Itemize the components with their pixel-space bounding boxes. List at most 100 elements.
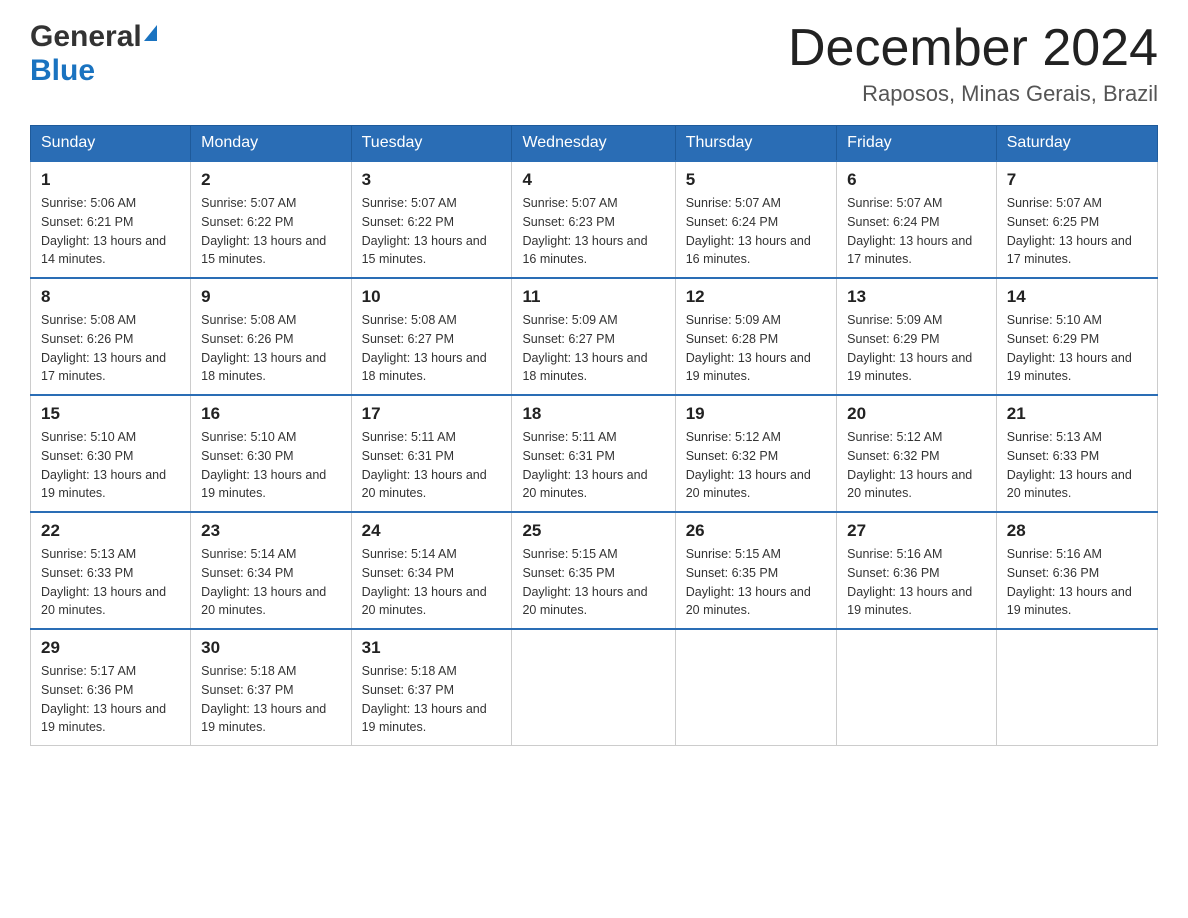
week-row-2: 8 Sunrise: 5:08 AM Sunset: 6:26 PM Dayli… (31, 278, 1158, 395)
location-title: Raposos, Minas Gerais, Brazil (788, 81, 1158, 107)
day-number: 16 (201, 404, 340, 424)
calendar-cell (675, 629, 836, 746)
header-row: SundayMondayTuesdayWednesdayThursdayFrid… (31, 126, 1158, 162)
day-info: Sunrise: 5:10 AM Sunset: 6:29 PM Dayligh… (1007, 311, 1147, 386)
day-number: 22 (41, 521, 180, 541)
day-info: Sunrise: 5:15 AM Sunset: 6:35 PM Dayligh… (522, 545, 664, 620)
calendar-cell: 20 Sunrise: 5:12 AM Sunset: 6:32 PM Dayl… (837, 395, 997, 512)
day-number: 11 (522, 287, 664, 307)
day-info: Sunrise: 5:09 AM Sunset: 6:28 PM Dayligh… (686, 311, 826, 386)
day-info: Sunrise: 5:08 AM Sunset: 6:26 PM Dayligh… (201, 311, 340, 386)
page-header: General Blue December 2024 Raposos, Mina… (30, 20, 1158, 107)
week-row-4: 22 Sunrise: 5:13 AM Sunset: 6:33 PM Dayl… (31, 512, 1158, 629)
day-info: Sunrise: 5:07 AM Sunset: 6:22 PM Dayligh… (362, 194, 502, 269)
day-number: 21 (1007, 404, 1147, 424)
calendar-cell: 16 Sunrise: 5:10 AM Sunset: 6:30 PM Dayl… (191, 395, 351, 512)
calendar-cell: 3 Sunrise: 5:07 AM Sunset: 6:22 PM Dayli… (351, 161, 512, 278)
day-number: 18 (522, 404, 664, 424)
day-info: Sunrise: 5:13 AM Sunset: 6:33 PM Dayligh… (41, 545, 180, 620)
day-info: Sunrise: 5:18 AM Sunset: 6:37 PM Dayligh… (201, 662, 340, 737)
day-number: 27 (847, 521, 986, 541)
header-thursday: Thursday (675, 126, 836, 162)
calendar-cell: 2 Sunrise: 5:07 AM Sunset: 6:22 PM Dayli… (191, 161, 351, 278)
day-info: Sunrise: 5:16 AM Sunset: 6:36 PM Dayligh… (847, 545, 986, 620)
calendar-cell: 1 Sunrise: 5:06 AM Sunset: 6:21 PM Dayli… (31, 161, 191, 278)
header-saturday: Saturday (996, 126, 1157, 162)
day-number: 14 (1007, 287, 1147, 307)
day-number: 31 (362, 638, 502, 658)
logo: General Blue (30, 20, 157, 88)
day-number: 13 (847, 287, 986, 307)
day-number: 25 (522, 521, 664, 541)
day-info: Sunrise: 5:15 AM Sunset: 6:35 PM Dayligh… (686, 545, 826, 620)
day-number: 20 (847, 404, 986, 424)
calendar-cell: 14 Sunrise: 5:10 AM Sunset: 6:29 PM Dayl… (996, 278, 1157, 395)
calendar-cell: 31 Sunrise: 5:18 AM Sunset: 6:37 PM Dayl… (351, 629, 512, 746)
calendar-cell: 15 Sunrise: 5:10 AM Sunset: 6:30 PM Dayl… (31, 395, 191, 512)
week-row-5: 29 Sunrise: 5:17 AM Sunset: 6:36 PM Dayl… (31, 629, 1158, 746)
day-info: Sunrise: 5:11 AM Sunset: 6:31 PM Dayligh… (362, 428, 502, 503)
day-info: Sunrise: 5:06 AM Sunset: 6:21 PM Dayligh… (41, 194, 180, 269)
calendar-cell: 7 Sunrise: 5:07 AM Sunset: 6:25 PM Dayli… (996, 161, 1157, 278)
calendar-cell: 9 Sunrise: 5:08 AM Sunset: 6:26 PM Dayli… (191, 278, 351, 395)
day-number: 6 (847, 170, 986, 190)
day-info: Sunrise: 5:12 AM Sunset: 6:32 PM Dayligh… (686, 428, 826, 503)
day-info: Sunrise: 5:17 AM Sunset: 6:36 PM Dayligh… (41, 662, 180, 737)
day-info: Sunrise: 5:07 AM Sunset: 6:24 PM Dayligh… (847, 194, 986, 269)
day-info: Sunrise: 5:09 AM Sunset: 6:27 PM Dayligh… (522, 311, 664, 386)
day-info: Sunrise: 5:14 AM Sunset: 6:34 PM Dayligh… (362, 545, 502, 620)
logo-blue-text: Blue (30, 54, 95, 88)
header-tuesday: Tuesday (351, 126, 512, 162)
day-number: 28 (1007, 521, 1147, 541)
logo-general-text: General (30, 20, 142, 54)
calendar-cell: 8 Sunrise: 5:08 AM Sunset: 6:26 PM Dayli… (31, 278, 191, 395)
day-number: 9 (201, 287, 340, 307)
day-number: 3 (362, 170, 502, 190)
header-monday: Monday (191, 126, 351, 162)
calendar-cell: 27 Sunrise: 5:16 AM Sunset: 6:36 PM Dayl… (837, 512, 997, 629)
day-info: Sunrise: 5:13 AM Sunset: 6:33 PM Dayligh… (1007, 428, 1147, 503)
calendar-cell: 5 Sunrise: 5:07 AM Sunset: 6:24 PM Dayli… (675, 161, 836, 278)
day-number: 17 (362, 404, 502, 424)
calendar-table: SundayMondayTuesdayWednesdayThursdayFrid… (30, 125, 1158, 746)
week-row-1: 1 Sunrise: 5:06 AM Sunset: 6:21 PM Dayli… (31, 161, 1158, 278)
calendar-cell: 17 Sunrise: 5:11 AM Sunset: 6:31 PM Dayl… (351, 395, 512, 512)
calendar-cell: 13 Sunrise: 5:09 AM Sunset: 6:29 PM Dayl… (837, 278, 997, 395)
header-friday: Friday (837, 126, 997, 162)
day-info: Sunrise: 5:08 AM Sunset: 6:27 PM Dayligh… (362, 311, 502, 386)
day-number: 12 (686, 287, 826, 307)
calendar-cell: 6 Sunrise: 5:07 AM Sunset: 6:24 PM Dayli… (837, 161, 997, 278)
calendar-cell: 18 Sunrise: 5:11 AM Sunset: 6:31 PM Dayl… (512, 395, 675, 512)
logo-triangle-icon (144, 25, 157, 41)
day-info: Sunrise: 5:10 AM Sunset: 6:30 PM Dayligh… (201, 428, 340, 503)
calendar-cell: 21 Sunrise: 5:13 AM Sunset: 6:33 PM Dayl… (996, 395, 1157, 512)
calendar-cell (837, 629, 997, 746)
day-number: 1 (41, 170, 180, 190)
calendar-cell: 28 Sunrise: 5:16 AM Sunset: 6:36 PM Dayl… (996, 512, 1157, 629)
day-info: Sunrise: 5:07 AM Sunset: 6:22 PM Dayligh… (201, 194, 340, 269)
day-number: 24 (362, 521, 502, 541)
day-info: Sunrise: 5:18 AM Sunset: 6:37 PM Dayligh… (362, 662, 502, 737)
day-info: Sunrise: 5:10 AM Sunset: 6:30 PM Dayligh… (41, 428, 180, 503)
day-info: Sunrise: 5:07 AM Sunset: 6:25 PM Dayligh… (1007, 194, 1147, 269)
day-info: Sunrise: 5:07 AM Sunset: 6:24 PM Dayligh… (686, 194, 826, 269)
day-number: 19 (686, 404, 826, 424)
calendar-cell: 22 Sunrise: 5:13 AM Sunset: 6:33 PM Dayl… (31, 512, 191, 629)
calendar-cell (996, 629, 1157, 746)
day-info: Sunrise: 5:11 AM Sunset: 6:31 PM Dayligh… (522, 428, 664, 503)
week-row-3: 15 Sunrise: 5:10 AM Sunset: 6:30 PM Dayl… (31, 395, 1158, 512)
calendar-cell: 12 Sunrise: 5:09 AM Sunset: 6:28 PM Dayl… (675, 278, 836, 395)
title-area: December 2024 Raposos, Minas Gerais, Bra… (788, 20, 1158, 107)
calendar-cell: 23 Sunrise: 5:14 AM Sunset: 6:34 PM Dayl… (191, 512, 351, 629)
calendar-cell (512, 629, 675, 746)
calendar-cell: 11 Sunrise: 5:09 AM Sunset: 6:27 PM Dayl… (512, 278, 675, 395)
day-info: Sunrise: 5:16 AM Sunset: 6:36 PM Dayligh… (1007, 545, 1147, 620)
day-number: 29 (41, 638, 180, 658)
day-info: Sunrise: 5:14 AM Sunset: 6:34 PM Dayligh… (201, 545, 340, 620)
calendar-cell: 30 Sunrise: 5:18 AM Sunset: 6:37 PM Dayl… (191, 629, 351, 746)
day-number: 15 (41, 404, 180, 424)
day-number: 2 (201, 170, 340, 190)
day-info: Sunrise: 5:07 AM Sunset: 6:23 PM Dayligh… (522, 194, 664, 269)
day-number: 10 (362, 287, 502, 307)
calendar-cell: 19 Sunrise: 5:12 AM Sunset: 6:32 PM Dayl… (675, 395, 836, 512)
